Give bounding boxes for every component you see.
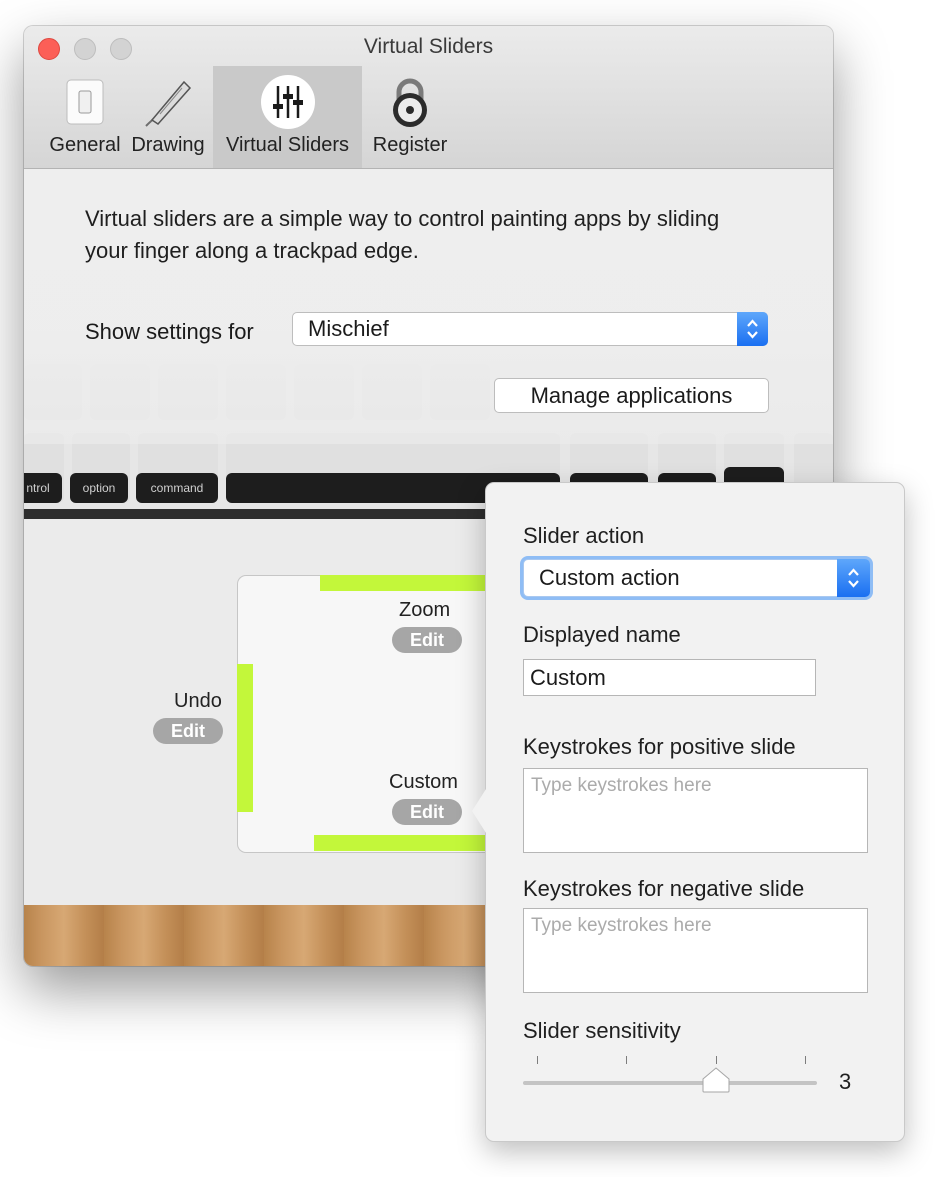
application-select-value: Mischief xyxy=(308,316,389,341)
tab-drawing-label: Drawing xyxy=(131,134,205,156)
padlock-icon xyxy=(382,74,438,130)
slider-action-value: Custom action xyxy=(539,565,680,590)
sensitivity-value: 3 xyxy=(839,1069,852,1094)
tab-general[interactable]: General xyxy=(38,66,132,168)
tab-virtual-sliders[interactable]: Virtual Sliders xyxy=(213,66,362,168)
select-stepper-icon xyxy=(837,559,870,597)
sensitivity-slider-track[interactable] xyxy=(523,1081,817,1085)
toolbar: Virtual Sliders General Drawing Virtual … xyxy=(24,26,833,169)
slider-label-zoom: Zoom xyxy=(399,599,451,621)
sliders-icon xyxy=(260,74,316,130)
show-settings-label: Show settings for xyxy=(85,319,254,344)
popover-arrow xyxy=(472,789,486,833)
tab-register-label: Register xyxy=(372,134,448,156)
tab-virtual-sliders-label: Virtual Sliders xyxy=(225,134,350,156)
option-key: option xyxy=(70,473,128,503)
displayed-name-label: Displayed name xyxy=(523,622,681,647)
tab-general-label: General xyxy=(49,134,121,156)
sensitivity-tick xyxy=(805,1056,806,1064)
window-title: Virtual Sliders xyxy=(363,35,494,58)
pen-icon xyxy=(140,74,196,130)
intro-text: Virtual sliders are a simple way to cont… xyxy=(85,206,720,263)
slider-settings-popover: Slider action Custom action Displayed na… xyxy=(472,482,905,1142)
positive-slide-label: Keystrokes for positive slide xyxy=(523,734,796,759)
manage-applications-button[interactable]: Manage applications xyxy=(494,378,769,413)
displayed-name-field[interactable]: Custom xyxy=(523,659,816,696)
slider-label-custom: Custom xyxy=(389,771,458,793)
command-key: command xyxy=(136,473,218,503)
control-key: ntrol xyxy=(24,473,62,503)
slider-top-edge xyxy=(320,575,500,591)
tab-register[interactable]: Register xyxy=(366,66,454,168)
light-switch-icon xyxy=(57,74,113,130)
select-stepper-icon xyxy=(737,312,768,346)
application-select[interactable]: Mischief xyxy=(292,312,768,346)
slider-action-label: Slider action xyxy=(523,523,645,548)
negative-slide-label: Keystrokes for negative slide xyxy=(523,876,805,901)
sensitivity-slider-thumb[interactable] xyxy=(702,1067,730,1093)
edit-zoom-button[interactable]: Edit xyxy=(392,627,462,653)
positive-keystrokes-field[interactable]: Type keystrokes here xyxy=(523,768,868,853)
slider-sensitivity-label: Slider sensitivity xyxy=(523,1018,681,1043)
tab-drawing[interactable]: Drawing xyxy=(128,66,208,168)
slider-label-undo: Undo xyxy=(174,690,222,712)
negative-keystrokes-field[interactable]: Type keystrokes here xyxy=(523,908,868,993)
sensitivity-tick xyxy=(537,1056,538,1064)
slider-action-select[interactable]: Custom action xyxy=(523,559,870,597)
edit-custom-button[interactable]: Edit xyxy=(392,799,462,825)
slider-left-edge xyxy=(237,664,253,812)
slider-bottom-edge xyxy=(314,835,500,851)
sensitivity-tick xyxy=(716,1056,717,1064)
edit-undo-button[interactable]: Edit xyxy=(153,718,223,744)
sensitivity-tick xyxy=(626,1056,627,1064)
